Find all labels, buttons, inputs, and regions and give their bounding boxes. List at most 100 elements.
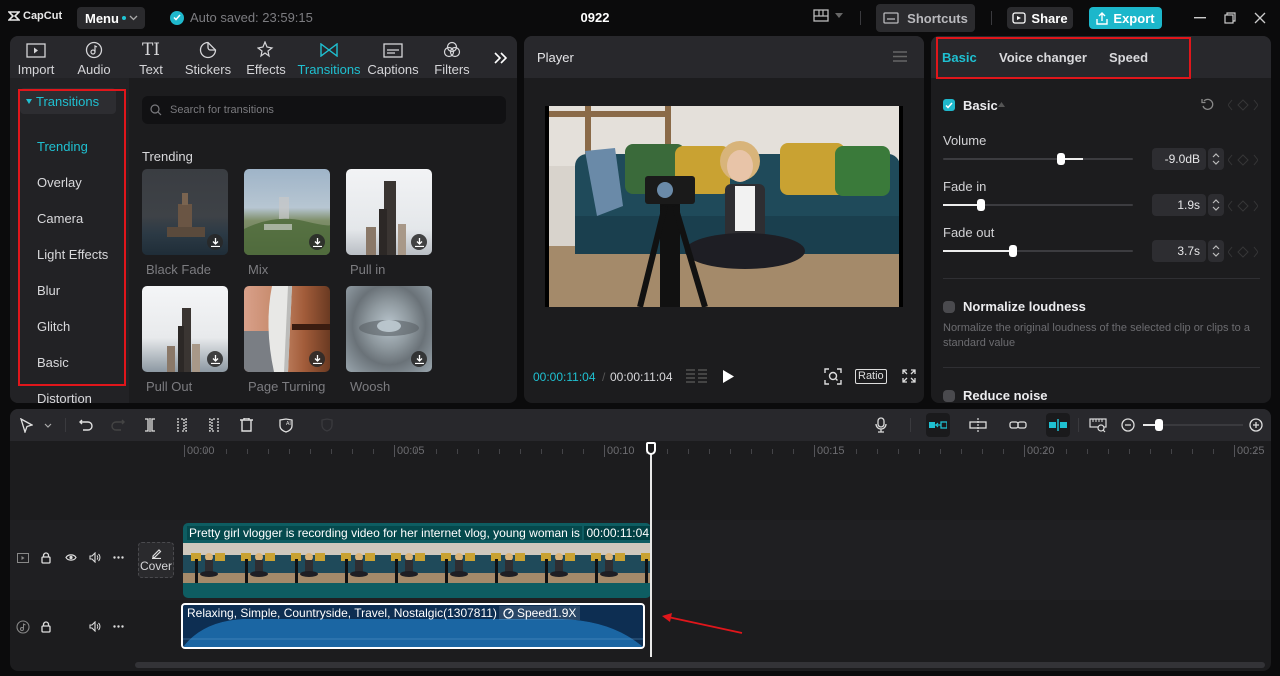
transition-thumb-woosh[interactable] <box>346 286 432 372</box>
filmstrip-frame <box>233 543 283 583</box>
volume-slider-thumb[interactable] <box>1056 153 1065 165</box>
fade-out-slider-thumb[interactable] <box>1009 245 1018 257</box>
shortcuts-button[interactable]: Shortcuts <box>876 4 975 32</box>
tab-text[interactable]: TI Text <box>134 40 168 77</box>
ratio-button[interactable]: Ratio <box>855 369 887 384</box>
fade-out-stepper[interactable] <box>1208 240 1224 262</box>
lock-button[interactable] <box>41 552 51 564</box>
video-filmstrip <box>183 543 651 583</box>
split-left-button[interactable] <box>174 417 190 433</box>
mute-button[interactable] <box>89 621 101 632</box>
download-icon[interactable] <box>411 234 427 250</box>
normalize-loudness-checkbox[interactable] <box>943 301 955 313</box>
search-input[interactable]: Search for transitions <box>142 96 506 124</box>
share-video-icon <box>1012 12 1027 24</box>
audio-clip[interactable]: Relaxing, Simple, Countryside, Travel, N… <box>181 603 645 649</box>
transition-thumb-pull-in[interactable] <box>346 169 432 255</box>
link-button[interactable] <box>1009 417 1027 433</box>
normalize-description: Normalize the original loudness of the s… <box>943 322 1250 349</box>
transition-thumb-black-fade[interactable] <box>142 169 228 255</box>
zoom-out-button[interactable] <box>1120 417 1136 433</box>
keyframe-nav[interactable] <box>1228 200 1258 212</box>
record-audio-button[interactable] <box>873 417 889 433</box>
basic-section-checkbox[interactable] <box>943 99 955 111</box>
project-title[interactable]: 0922 <box>560 10 630 25</box>
transition-thumb-mix[interactable] <box>244 169 330 255</box>
playhead-handle[interactable] <box>646 442 656 455</box>
keyframe-nav[interactable] <box>1228 154 1258 166</box>
more-tabs-button[interactable] <box>494 52 507 64</box>
player-menu-button[interactable] <box>893 51 907 62</box>
more-options-button[interactable] <box>113 556 124 559</box>
reduce-noise-checkbox[interactable] <box>943 390 955 402</box>
volume-label: Volume <box>943 133 987 148</box>
transition-thumb-page-turning[interactable] <box>244 286 330 372</box>
tab-audio[interactable]: Audio <box>74 40 114 77</box>
ruler-tick <box>1108 449 1109 454</box>
download-icon[interactable] <box>309 234 325 250</box>
download-icon[interactable] <box>207 351 223 367</box>
mute-button[interactable] <box>89 552 101 563</box>
zoom-to-fit-button[interactable] <box>1089 417 1107 433</box>
preview-axis-button[interactable] <box>1046 413 1070 437</box>
tab-import[interactable]: Import <box>16 40 56 77</box>
ai-shield-button[interactable]: AI <box>278 417 294 433</box>
share-button[interactable]: Share <box>1007 7 1073 29</box>
playhead[interactable] <box>650 443 652 657</box>
fullscreen-button[interactable] <box>902 369 916 383</box>
cover-button[interactable]: Cover <box>138 542 174 578</box>
auto-snap-button[interactable] <box>969 417 987 433</box>
ruler-tick <box>331 449 332 454</box>
ruler-tick <box>982 449 983 454</box>
fade-out-value[interactable]: 3.7s <box>1152 240 1206 262</box>
video-preview[interactable] <box>545 106 903 307</box>
tab-transitions[interactable]: Transitions <box>297 40 361 77</box>
menu-button[interactable]: Menu <box>77 7 145 29</box>
select-tool-dropdown[interactable] <box>40 417 56 433</box>
download-icon[interactable] <box>207 234 223 250</box>
delete-button[interactable] <box>238 417 254 433</box>
reset-button[interactable] <box>1201 98 1214 111</box>
tab-effects[interactable]: Effects <box>244 40 288 77</box>
maximize-button[interactable] <box>1222 10 1238 26</box>
main-track-magnet-button[interactable] <box>926 413 950 437</box>
fade-in-stepper[interactable] <box>1208 194 1224 216</box>
more-options-button[interactable] <box>113 625 124 628</box>
minimize-button[interactable] <box>1192 10 1208 26</box>
tab-captions[interactable]: Captions <box>367 40 419 77</box>
zoom-fit-button[interactable] <box>824 368 842 385</box>
export-button[interactable]: Export <box>1089 7 1162 29</box>
lock-button[interactable] <box>41 621 51 633</box>
audio-meter-icon <box>686 369 708 384</box>
tab-stickers[interactable]: Stickers <box>184 40 232 77</box>
zoom-slider-thumb[interactable] <box>1155 419 1163 431</box>
undo-button[interactable] <box>78 417 94 433</box>
video-clip[interactable]: Pretty girl vlogger is recording video f… <box>183 523 651 598</box>
fade-in-slider-thumb[interactable] <box>977 199 985 211</box>
transition-thumb-pull-out[interactable] <box>142 286 228 372</box>
shield-icon <box>321 418 333 432</box>
zoom-in-button[interactable] <box>1248 417 1264 433</box>
download-icon[interactable] <box>309 351 325 367</box>
close-button[interactable] <box>1252 10 1268 26</box>
keyframe-nav[interactable] <box>1228 99 1258 111</box>
select-tool-button[interactable] <box>18 417 34 433</box>
timeline-horizontal-scrollbar[interactable] <box>135 662 1265 668</box>
visibility-button[interactable] <box>65 553 77 562</box>
collapse-caret-icon[interactable] <box>998 102 1005 107</box>
keyframe-nav[interactable] <box>1228 246 1258 258</box>
fade-in-value[interactable]: 1.9s <box>1152 194 1206 216</box>
category-item-distortion[interactable]: Distortion <box>37 391 92 403</box>
layout-button[interactable] <box>813 9 843 22</box>
shield-button[interactable] <box>319 417 335 433</box>
tab-filters[interactable]: Filters <box>434 40 470 77</box>
volume-value[interactable]: -9.0dB <box>1152 148 1206 170</box>
split-button[interactable] <box>142 417 158 433</box>
download-icon[interactable] <box>411 351 427 367</box>
split-right-button[interactable] <box>206 417 222 433</box>
empty-track-area <box>132 461 1271 516</box>
play-button[interactable] <box>723 370 734 383</box>
redo-button[interactable] <box>110 417 126 433</box>
volume-stepper[interactable] <box>1208 148 1224 170</box>
volume-slider[interactable] <box>943 158 1133 160</box>
